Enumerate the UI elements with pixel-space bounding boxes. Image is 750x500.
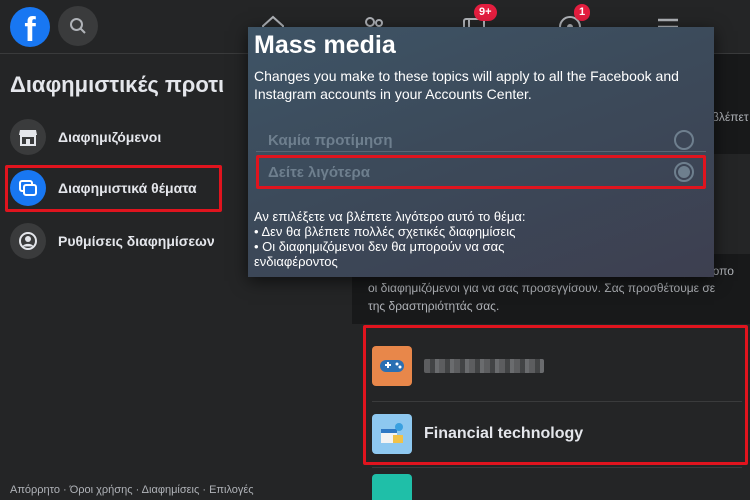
highlight-box-topics: [363, 325, 748, 465]
radio-button[interactable]: [674, 130, 694, 150]
dialog-title: Mass media: [254, 31, 396, 59]
note-bullet: • Δεν θα βλέπετε πολλές σχετικές διαφημί…: [254, 224, 516, 239]
gaming-badge: 1: [574, 4, 591, 21]
facebook-logo[interactable]: f: [10, 7, 50, 47]
dialog-description: Changes you make to these topics will ap…: [254, 68, 679, 102]
note-bullet: • Οι διαφημιζόμενοι δεν θα μπορούν να σα…: [254, 239, 505, 254]
footer-links[interactable]: Απόρρητο · Όροι χρήσης · Διαφημίσεις · Ε…: [10, 484, 254, 496]
partial-text: βλέπετ: [712, 110, 749, 124]
note-bullet-continued: ενδιαφέροντος: [254, 254, 338, 269]
topic-preference-dialog: Mass media Changes you make to these top…: [248, 27, 714, 277]
dialog-note: Αν επιλέξετε να βλέπετε λιγότερο αυτό το…: [254, 209, 710, 269]
note-heading: Αν επιλέξετε να βλέπετε λιγότερο αυτό το…: [254, 209, 526, 224]
page-title: Διαφημιστικές προτι: [10, 72, 225, 97]
search-button[interactable]: [58, 6, 98, 46]
sidebar-item-label: Διαφημιζόμενοι: [58, 129, 162, 145]
divider: [372, 467, 742, 468]
option-label: Καμία προτίμηση: [268, 131, 393, 149]
topic-thumbnail-icon: [372, 474, 412, 500]
topic-row-partial[interactable]: [372, 474, 742, 500]
search-icon: [70, 18, 86, 34]
store-icon: [10, 119, 46, 155]
sidebar-item-label: Ρυθμίσεις διαφημίσεων: [58, 233, 215, 249]
highlight-box-ad-topics: [5, 165, 222, 212]
user-circle-icon: [10, 223, 46, 259]
description-line: οι διαφημιζόμενοι για να σας προσεγγίσου…: [368, 281, 716, 295]
highlight-box-see-less: [256, 155, 706, 189]
groups-badge: 9+: [474, 4, 497, 21]
description-line: της δραστηριότητάς σας.: [368, 299, 500, 313]
divider: [256, 151, 706, 152]
